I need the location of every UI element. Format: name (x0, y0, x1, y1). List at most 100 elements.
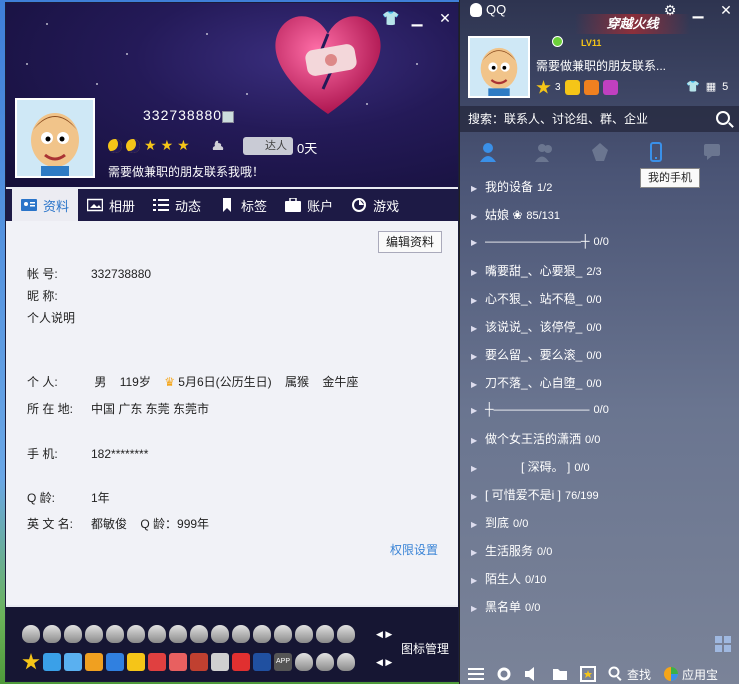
group-row[interactable]: ▶ 该说说_、该停停_ 0/0 (471, 318, 602, 335)
scroll-arrows-icon[interactable]: ◀ ▶ (376, 657, 392, 668)
car-icon[interactable] (169, 653, 187, 671)
tab-feed[interactable]: 动态 (144, 189, 210, 221)
heart-icon[interactable] (43, 625, 61, 643)
group-row[interactable]: ▶ 我的设备 1/2 (471, 178, 552, 195)
online-status-icon[interactable] (552, 36, 563, 47)
signature[interactable]: 需要做兼职的朋友联系... (536, 57, 666, 74)
snowflake-icon[interactable] (337, 625, 355, 643)
group-row[interactable]: ▶ 生活服务 0/0 (471, 542, 552, 559)
group-row[interactable]: ▶ ┼———————— 0/0 (471, 402, 609, 416)
diamond-icon[interactable] (274, 625, 292, 643)
shield-icon[interactable] (85, 653, 103, 671)
phone-row: 手 机: 182******** (27, 445, 148, 462)
signature[interactable]: 需要做兼职的朋友联系我哦！ (108, 163, 264, 180)
mailbox-icon[interactable]: ▦ (706, 80, 716, 93)
minimize-button[interactable]: ▁ (410, 11, 424, 25)
gear-icon[interactable] (496, 666, 512, 682)
group-row[interactable]: ▶ 姑娘 ❀ 85/131 (471, 206, 560, 223)
days-count: 0天 (297, 141, 318, 156)
diamond-icon[interactable] (148, 625, 166, 643)
level-icons[interactable]: ★ ★ ★ (108, 137, 190, 154)
group-row[interactable]: ▶ ————————┼ 0/0 (471, 234, 609, 248)
tab-info[interactable]: 资料 (12, 189, 79, 221)
medal-icon[interactable] (106, 625, 124, 643)
tab-account[interactable]: 账户 (276, 189, 342, 221)
music-icon[interactable] (232, 653, 250, 671)
cow-icon[interactable] (316, 625, 334, 643)
poop-icon[interactable] (211, 138, 225, 152)
medal-icon[interactable] (64, 625, 82, 643)
group-row[interactable]: ▶ 心不狠_、站不稳_ 0/0 (471, 290, 602, 307)
group-row[interactable]: ▶ 刀不落_、心自堕_ 0/0 (471, 374, 602, 391)
diamond-icon[interactable] (127, 625, 145, 643)
app-grid-icon[interactable] (715, 636, 731, 652)
app-icon[interactable]: APP (274, 653, 292, 671)
flag-icon[interactable] (253, 653, 271, 671)
avatar[interactable] (468, 36, 530, 98)
group-name: [ 深碍。 ] (485, 460, 571, 474)
group-row[interactable]: ▶ 陌生人 0/10 (471, 570, 546, 587)
description-row: 个人说明 (27, 309, 75, 326)
icon-manage-link[interactable]: 图标管理 (401, 640, 449, 657)
coin-icon[interactable] (564, 80, 580, 95)
tab-games[interactable]: 游戏 (342, 189, 408, 221)
qzone-tab-icon[interactable] (590, 142, 610, 162)
diamond-icon[interactable] (211, 625, 229, 643)
chat-tab-icon[interactable] (702, 142, 722, 162)
search-input[interactable]: 搜索：联系人、讨论组、群、企业 (460, 106, 739, 132)
mail-icon[interactable] (64, 653, 82, 671)
shield-icon[interactable] (85, 625, 103, 643)
tab-tags[interactable]: 标签 (210, 189, 276, 221)
group-row[interactable]: ▶ 嘴要甜_、心要狠_ 2/3 (471, 262, 602, 279)
group-row[interactable]: ▶ 黑名单 0/0 (471, 598, 540, 615)
chart-icon[interactable] (211, 653, 229, 671)
skin-icon[interactable]: 👕 (382, 11, 399, 25)
contacts-tab-icon[interactable] (478, 142, 498, 162)
find-button[interactable]: 查找 (608, 666, 651, 683)
tools-icon[interactable] (583, 80, 599, 95)
group-row[interactable]: ▶ [ 深碍。 ] 0/0 (471, 458, 590, 475)
scroll-arrows-icon[interactable]: ◀ ▶ (376, 629, 392, 640)
app-icon[interactable] (602, 80, 618, 95)
swirl-icon[interactable] (337, 653, 355, 671)
window-controls: 👕 ▁ ✕ (382, 11, 452, 25)
speaker-icon[interactable] (524, 666, 540, 682)
tab-album[interactable]: 相册 (78, 189, 144, 221)
penguin-icon[interactable] (127, 653, 145, 671)
favorites-icon[interactable] (580, 666, 596, 682)
daren-badge[interactable]: 达人 (243, 137, 293, 155)
game-icon[interactable] (148, 653, 166, 671)
vip-icon[interactable] (222, 111, 234, 123)
skin-icon[interactable]: 👕 (686, 80, 700, 93)
group-row[interactable]: ▶ 到底 0/0 (471, 514, 528, 531)
group-row[interactable]: ▶ [ 可惜爱不是i ] 76/199 (471, 486, 599, 503)
fire-icon[interactable] (190, 653, 208, 671)
search-icon[interactable] (716, 111, 730, 125)
diamond-icon[interactable] (253, 625, 271, 643)
star-icon[interactable] (295, 625, 313, 643)
permission-settings-link[interactable]: 权限设置 (390, 541, 438, 558)
app-store-button[interactable]: 应用宝 (663, 666, 718, 683)
camera-icon[interactable] (43, 653, 61, 671)
diamond-icon[interactable] (232, 625, 250, 643)
group-row[interactable]: ▶ 要么留_、要么滚_ 0/0 (471, 346, 602, 363)
avatar[interactable] (15, 98, 95, 178)
close-button[interactable]: ✕ (438, 11, 452, 25)
menu-icon[interactable] (468, 666, 484, 682)
phone-tab-icon[interactable] (646, 142, 666, 162)
folder-icon[interactable] (552, 666, 568, 682)
groups-tab-icon[interactable] (534, 142, 554, 162)
close-button[interactable]: ✕ (719, 3, 733, 17)
cube-icon[interactable] (295, 653, 313, 671)
phone-icon[interactable] (106, 653, 124, 671)
cf-logo[interactable]: 穿越火线 (575, 14, 690, 34)
group-row[interactable]: ▶ 做个女王活的潇洒 0/0 (471, 430, 600, 447)
diamond-icon[interactable] (190, 625, 208, 643)
star-icon[interactable] (22, 653, 40, 670)
shield-check-icon[interactable] (316, 653, 334, 671)
minimize-button[interactable]: ▁ (691, 3, 705, 17)
star-icon[interactable] (536, 80, 551, 94)
edit-profile-button[interactable]: 编辑资料 (378, 231, 442, 253)
heart-icon[interactable] (22, 625, 40, 643)
diamond-icon[interactable] (169, 625, 187, 643)
